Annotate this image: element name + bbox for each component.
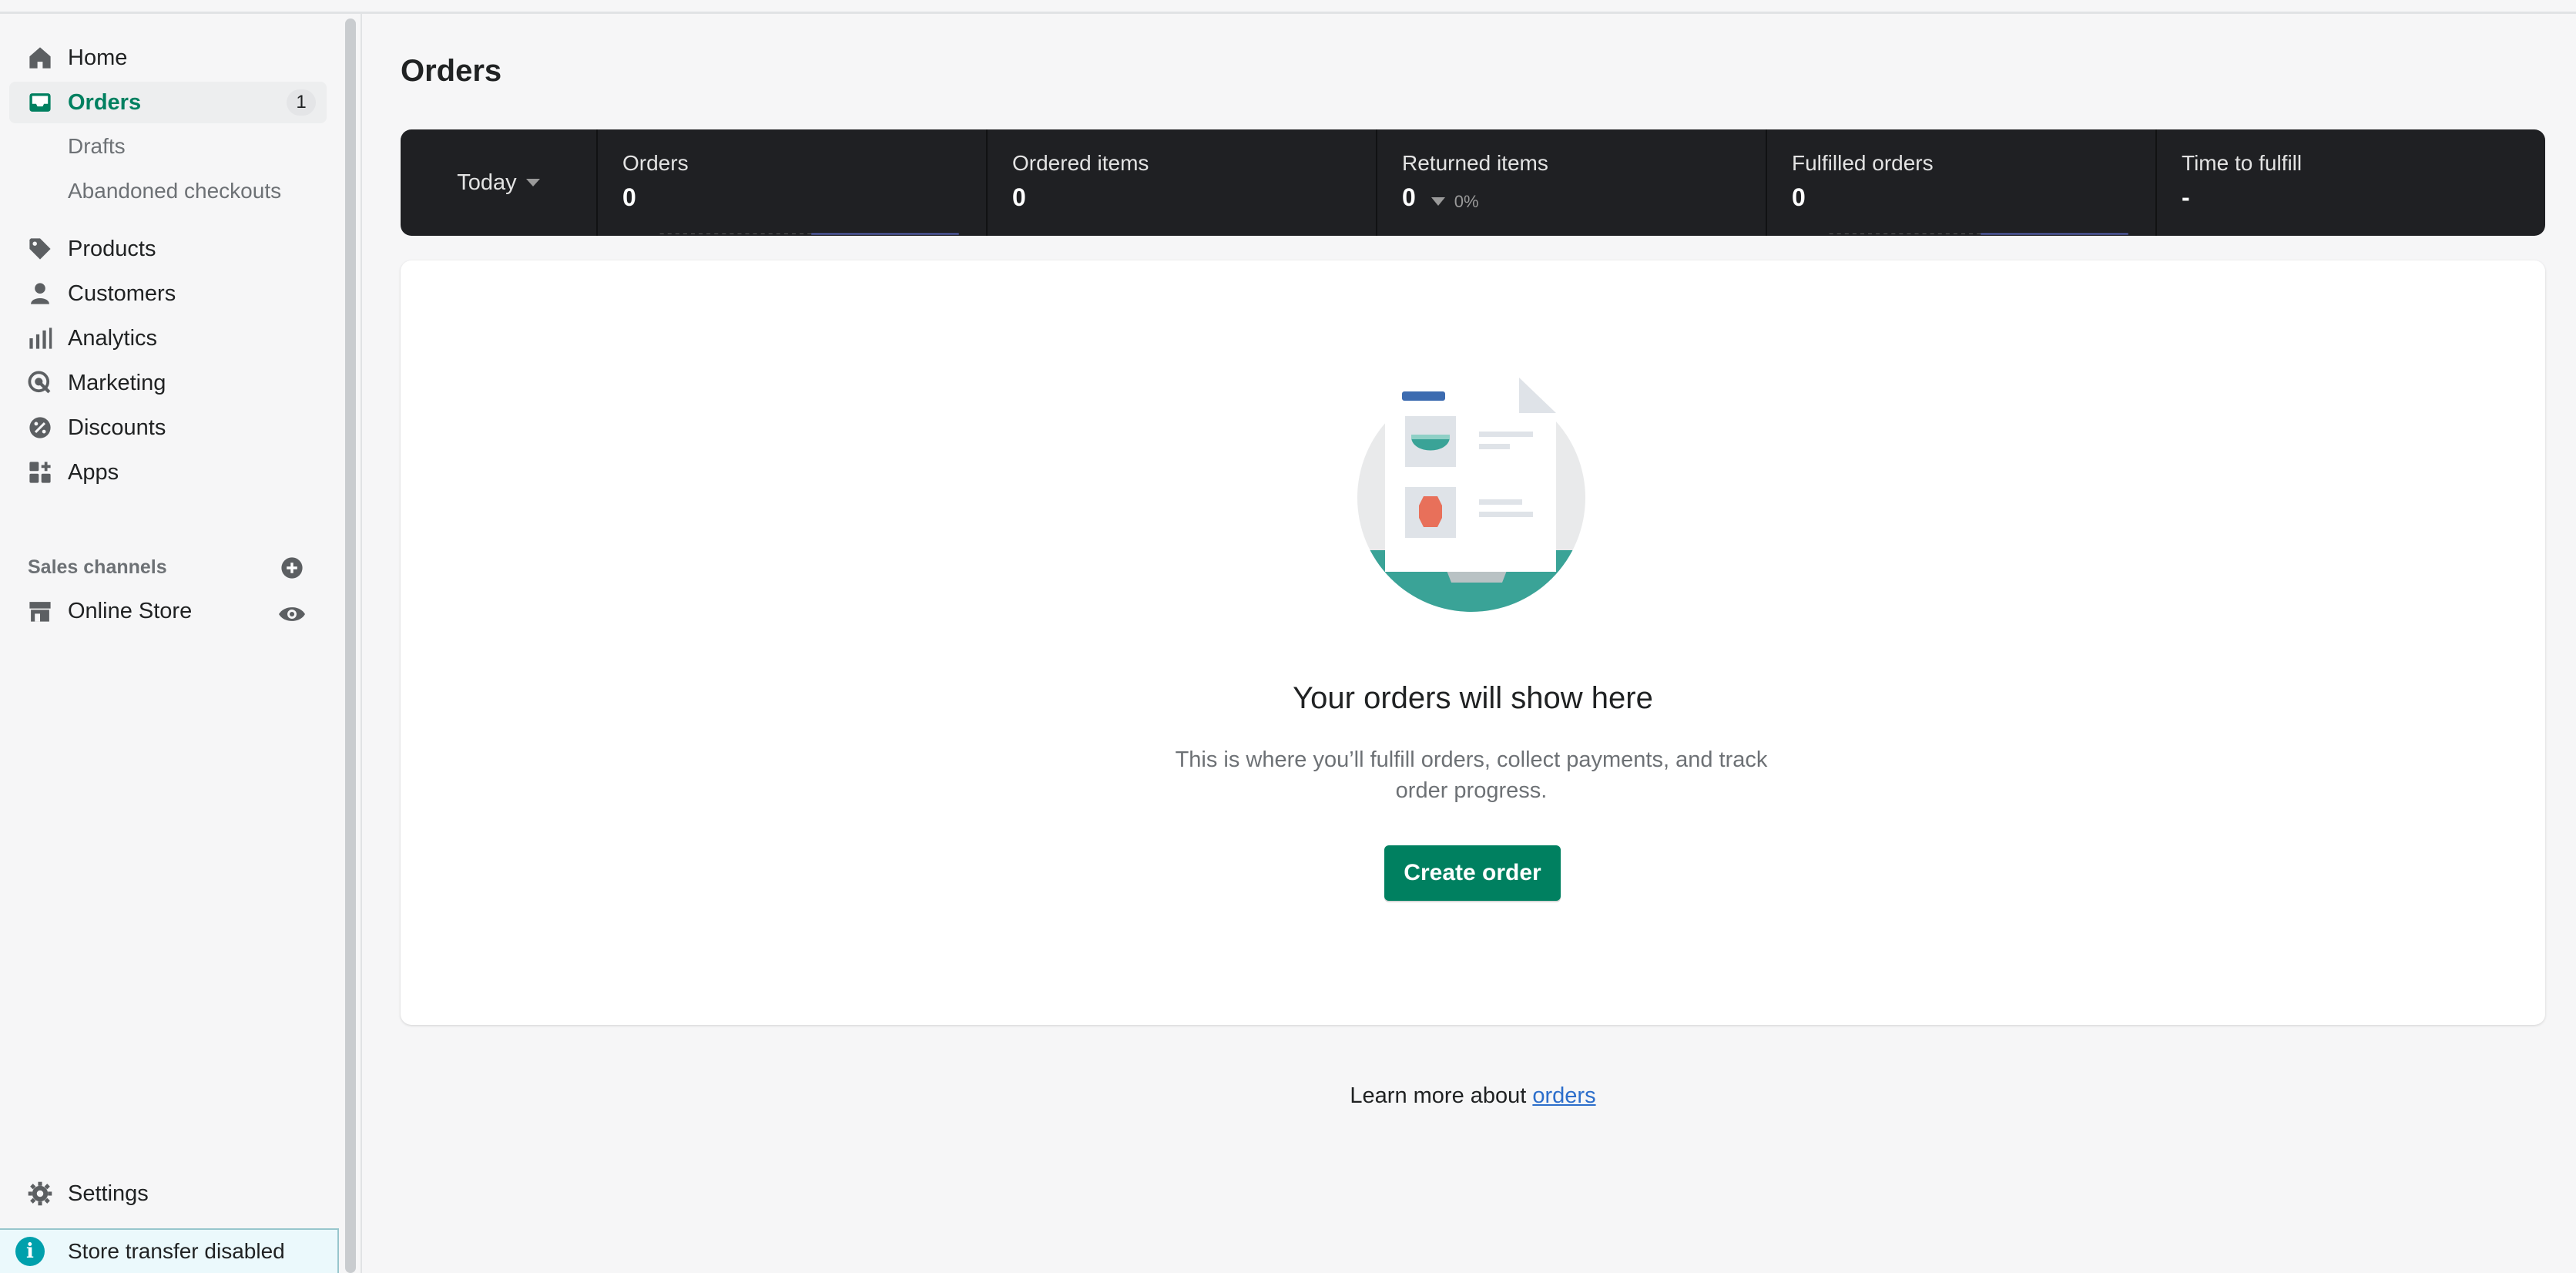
stat-value: 0 bbox=[1012, 183, 1026, 211]
sidebar-item-discounts[interactable]: Discounts bbox=[9, 407, 327, 448]
sidebar-item-label: Orders bbox=[68, 89, 142, 115]
stat-delta: 0% bbox=[1431, 192, 1479, 212]
sales-channels-heading: Sales channels bbox=[28, 556, 167, 578]
store-transfer-banner[interactable]: i Store transfer disabled bbox=[0, 1228, 339, 1273]
orders-empty-illustration bbox=[1357, 378, 1585, 612]
sidebar-item-label: Customers bbox=[68, 280, 176, 306]
sidebar-item-products[interactable]: Products bbox=[9, 228, 327, 270]
caret-down-icon bbox=[1431, 197, 1445, 206]
stat-label: Returned items bbox=[1402, 151, 1548, 175]
sidebar-item-label: Settings bbox=[68, 1181, 149, 1206]
learn-more-orders-link[interactable]: orders bbox=[1532, 1083, 1595, 1108]
sidebar-item-settings[interactable]: Settings bbox=[9, 1173, 327, 1214]
tag-icon bbox=[25, 233, 55, 264]
stat-orders[interactable]: Orders 0 bbox=[598, 129, 988, 236]
sidebar-subitem-abandoned-checkouts[interactable]: Abandoned checkouts bbox=[68, 179, 281, 203]
gear-icon bbox=[25, 1178, 55, 1209]
apps-icon bbox=[25, 457, 55, 488]
sidebar-item-label: Marketing bbox=[68, 370, 166, 395]
orders-count-badge: 1 bbox=[287, 89, 316, 116]
sidebar-item-apps[interactable]: Apps bbox=[9, 452, 327, 493]
empty-state-heading: Your orders will show here bbox=[1293, 681, 1653, 715]
sidebar-item-customers[interactable]: Customers bbox=[9, 273, 327, 314]
stat-value: 0 bbox=[1792, 183, 1806, 211]
sidebar-item-orders[interactable]: Orders 1 bbox=[9, 82, 327, 123]
top-bar bbox=[0, 0, 2576, 14]
info-icon: i bbox=[15, 1237, 45, 1266]
stat-time-to-fulfill[interactable]: Time to fulfill - bbox=[2157, 129, 2545, 236]
stat-label: Ordered items bbox=[1012, 151, 1149, 175]
sidebar-item-label: Online Store bbox=[68, 598, 193, 623]
learn-more-prefix: Learn more about bbox=[1350, 1083, 1533, 1108]
date-range-selector[interactable]: Today bbox=[401, 129, 598, 236]
create-order-button[interactable]: Create order bbox=[1384, 845, 1561, 901]
store-transfer-text: Store transfer disabled bbox=[68, 1239, 285, 1263]
inbox-icon bbox=[25, 87, 55, 118]
stat-ordered-items[interactable]: Ordered items 0 bbox=[988, 129, 1377, 236]
stat-value: 0 bbox=[622, 183, 636, 211]
stat-fulfilled-orders[interactable]: Fulfilled orders 0 bbox=[1767, 129, 2157, 236]
add-sales-channel-icon[interactable] bbox=[279, 555, 305, 581]
sidebar-item-analytics[interactable]: Analytics bbox=[9, 317, 327, 359]
stat-label: Time to fulfill bbox=[2182, 151, 2303, 175]
stat-delta-value: 0% bbox=[1454, 191, 1479, 211]
sidebar: Home Orders 1 Drafts Abandoned checkouts… bbox=[0, 14, 339, 1273]
sidebar-item-label: Discounts bbox=[68, 415, 166, 440]
learn-more: Learn more about orders bbox=[401, 1083, 2545, 1109]
person-icon bbox=[25, 278, 55, 309]
sidebar-item-marketing[interactable]: Marketing bbox=[9, 362, 327, 404]
sidebar-item-home[interactable]: Home bbox=[9, 37, 327, 79]
discount-icon bbox=[25, 412, 55, 443]
home-icon bbox=[25, 42, 55, 73]
eye-icon[interactable] bbox=[277, 601, 307, 627]
sidebar-item-label: Home bbox=[68, 45, 128, 70]
sidebar-item-label: Products bbox=[68, 236, 156, 261]
sidebar-item-label: Apps bbox=[68, 459, 119, 485]
sidebar-scrollbar-thumb[interactable] bbox=[345, 18, 356, 1273]
target-icon bbox=[25, 368, 55, 398]
sidebar-item-label: Analytics bbox=[68, 325, 158, 351]
page-title: Orders bbox=[401, 54, 502, 88]
orders-stats-bar: Today Orders 0 Ordered items 0 Returned … bbox=[401, 129, 2545, 236]
stat-value: - bbox=[2182, 183, 2190, 211]
caret-down-icon bbox=[525, 179, 540, 186]
fulfilled-sparkline bbox=[1829, 233, 2128, 235]
stat-label: Orders bbox=[622, 151, 689, 175]
stat-label: Fulfilled orders bbox=[1792, 151, 1934, 175]
sidebar-subitem-drafts[interactable]: Drafts bbox=[68, 134, 126, 159]
stat-returned-items[interactable]: Returned items 0 0% bbox=[1377, 129, 1767, 236]
stat-value: 0 bbox=[1402, 183, 1416, 211]
date-range-label: Today bbox=[457, 170, 517, 195]
store-icon bbox=[25, 596, 55, 626]
empty-state-text: This is where you’ll fulfill orders, col… bbox=[1175, 747, 1768, 803]
bar-chart-icon bbox=[25, 323, 55, 354]
orders-sparkline bbox=[659, 233, 959, 235]
